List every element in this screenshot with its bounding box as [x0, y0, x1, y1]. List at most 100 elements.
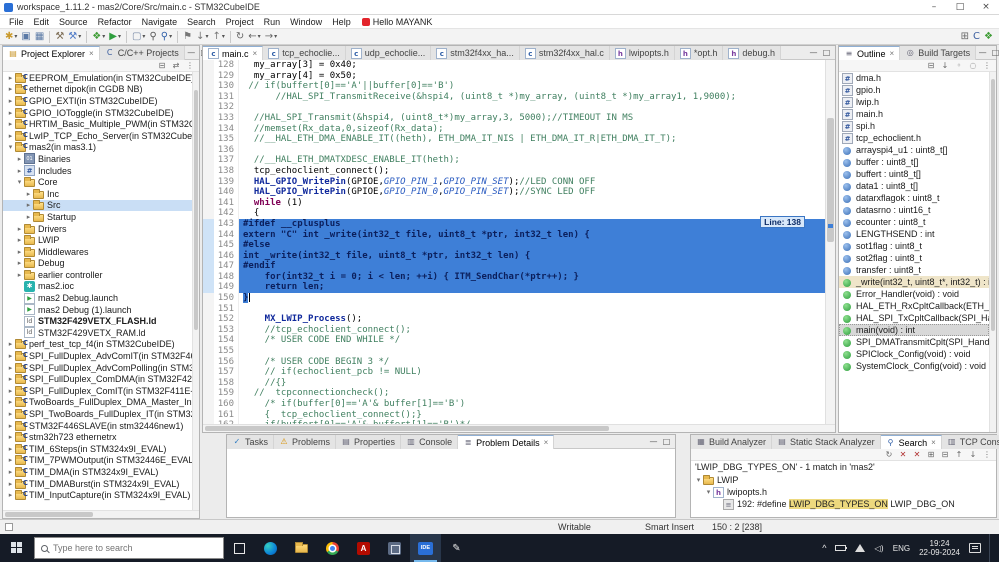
- code-editor[interactable]: 128 my_array[3] = 0x40;129 my_array[4] =…: [203, 60, 835, 424]
- debug-button[interactable]: ❖▾: [90, 29, 107, 45]
- code-line-153[interactable]: 153 //tcp_echoclient_connect();: [203, 325, 825, 336]
- expand-arrow-icon[interactable]: ▸: [6, 109, 15, 117]
- new-source-file-button[interactable]: ▢▾: [130, 29, 147, 45]
- taskbar-search-box[interactable]: [34, 537, 224, 559]
- tree-item-stm32f429vetx-flash-ld[interactable]: STM32F429VETX_FLASH.ld: [3, 315, 192, 327]
- editor-vertical-scrollbar[interactable]: [825, 60, 835, 424]
- outline-item-spi-dmatransmitcplt-spi-handletypedef-void[interactable]: SPI_DMATransmitCplt(SPI_HandleTypeDef*) …: [839, 336, 989, 348]
- editor-tab-stm32f4xx-hal-c[interactable]: stm32f4xx_hal.c: [520, 46, 610, 60]
- code-line-150[interactable]: 150}: [203, 293, 825, 304]
- menu-navigate[interactable]: Navigate: [137, 17, 183, 27]
- expand-arrow-icon[interactable]: ▸: [24, 201, 33, 209]
- tree-item-middlewares[interactable]: ▸Middlewares: [3, 246, 192, 258]
- menu-run[interactable]: Run: [259, 17, 286, 27]
- expand-arrow-icon[interactable]: ▸: [6, 85, 15, 93]
- outline-item-systemclock-config-void-void[interactable]: SystemClock_Config(void) : void: [839, 360, 989, 372]
- expand-arrow-icon[interactable]: ▸: [15, 225, 24, 233]
- code-line-144[interactable]: 144extern "C" int _write(int32_t file, u…: [203, 230, 825, 241]
- code-line-132[interactable]: 132: [203, 102, 825, 113]
- code-line-143[interactable]: 143#ifdef __cplusplus: [203, 219, 825, 230]
- tab-build-analyzer[interactable]: ▦Build Analyzer: [691, 435, 772, 449]
- tree-item-spi-fullduplex-comit[interactable]: ▸SPI_FullDuplex_ComIT (in STM32F411E-Dis…: [3, 385, 192, 397]
- minimize-view-icon[interactable]: —: [976, 48, 989, 57]
- code-line-146[interactable]: 146int _write(int32_t file, uint8_t *ptr…: [203, 251, 825, 262]
- dropdown-caret-icon[interactable]: ▾: [142, 33, 145, 40]
- expand-arrow-icon[interactable]: ▸: [15, 248, 24, 256]
- collapse-all-button[interactable]: ⊟: [155, 60, 169, 72]
- code-line-148[interactable]: 148 for(int32_t i = 0; i < len; ++i) { I…: [203, 272, 825, 283]
- maximize-view-icon[interactable]: □: [989, 48, 999, 57]
- volume-icon[interactable]: ◁): [874, 544, 883, 553]
- expand-arrow-icon[interactable]: ▸: [15, 271, 24, 279]
- code-line-131[interactable]: 131 //HAL_SPI_TransmitReceive(&hspi4, (u…: [203, 92, 825, 103]
- taskbar-app-acrobat[interactable]: [348, 534, 379, 562]
- tree-item-lwip-tcp-echo-server[interactable]: ▸LwIP_TCP_Echo_Server (in STM32CubeIDE): [3, 130, 192, 142]
- expand-arrow-icon[interactable]: ▸: [6, 445, 15, 453]
- last-edit-location-button[interactable]: ↻: [234, 29, 246, 45]
- tree-item-stm32f446slave[interactable]: ▸STM32F446SLAVE (in stm32446new1): [3, 420, 192, 432]
- tree-item-debug[interactable]: ▸Debug: [3, 258, 192, 270]
- editor-tab-debug-h[interactable]: debug.h: [723, 46, 781, 60]
- tab-project-explorer[interactable]: ▤Project Explorer×: [3, 46, 100, 60]
- action-center-icon[interactable]: [969, 543, 981, 553]
- editor-tab-main-c[interactable]: main.c×: [203, 46, 263, 60]
- tree-item-core[interactable]: ▾Core: [3, 176, 192, 188]
- code-line-138[interactable]: 138 tcp_echoclient_connect();: [203, 166, 825, 177]
- code-line-155[interactable]: 155: [203, 346, 825, 357]
- tree-item-earlier-controller[interactable]: ▸earlier controller: [3, 269, 192, 281]
- close-button[interactable]: ×: [973, 0, 999, 14]
- code-line-158[interactable]: 158 //{}: [203, 378, 825, 389]
- tree-item-spi-fullduplex-advcomit[interactable]: ▸SPI_FullDuplex_AdvComIT (in STM32F469I_…: [3, 350, 192, 362]
- taskbar-search-input[interactable]: [53, 543, 203, 553]
- restore-button[interactable]: □: [947, 0, 973, 14]
- wifi-icon[interactable]: [855, 544, 865, 552]
- outline-item-main-h[interactable]: main.h: [839, 108, 989, 120]
- explorer-vertical-scrollbar[interactable]: [192, 72, 199, 510]
- toggle-bookmark-button[interactable]: ⚑: [181, 29, 194, 45]
- minimize-view-icon[interactable]: —: [185, 48, 198, 57]
- battery-icon[interactable]: [835, 545, 846, 551]
- taskbar-app-file-explorer[interactable]: [286, 534, 317, 562]
- maximize-view-icon[interactable]: □: [660, 437, 673, 446]
- menu-source[interactable]: Source: [54, 17, 93, 27]
- code-line-141[interactable]: 141 while (1): [203, 198, 825, 209]
- scrollbar-thumb[interactable]: [5, 512, 93, 517]
- code-line-159[interactable]: 159 // tcpconnectioncheck();: [203, 388, 825, 399]
- expand-arrow-icon[interactable]: ▸: [15, 155, 24, 163]
- tab-c-c-projects[interactable]: CC/C++ Projects: [100, 46, 185, 60]
- tree-item-spi-fullduplex-advcompolling[interactable]: ▸SPI_FullDuplex_AdvComPolling (in STM324…: [3, 362, 192, 374]
- menu-refactor[interactable]: Refactor: [93, 17, 137, 27]
- tree-item-perf-test-tcp-f4[interactable]: ▸perf_test_tcp_f4 (in STM32CubeIDE): [3, 339, 192, 351]
- tree-item-ethernet-dipok[interactable]: ▸ethernet dipok (in CGDB NB): [3, 84, 192, 96]
- taskbar-app-edge[interactable]: [255, 534, 286, 562]
- previous-annotation-button[interactable]: ↑▾: [210, 29, 226, 45]
- tab-tasks[interactable]: ✓Tasks: [227, 435, 274, 449]
- menu-help[interactable]: Help: [327, 17, 356, 27]
- expand-arrow-icon[interactable]: ▸: [6, 120, 15, 128]
- expand-arrow-icon[interactable]: ▸: [6, 74, 15, 82]
- expand-arrow-icon[interactable]: ▸: [15, 259, 24, 267]
- hide-static-members-button[interactable]: ◌: [966, 60, 980, 72]
- editor-tab-opt-h[interactable]: *opt.h: [675, 46, 724, 60]
- outline-item-spi-h[interactable]: spi.h: [839, 120, 989, 132]
- outline-item-data1-uint8-t[interactable]: data1 : uint8_t[]: [839, 180, 989, 192]
- dropdown-caret-icon[interactable]: ▾: [274, 33, 277, 40]
- scrollbar-thumb[interactable]: [194, 90, 198, 331]
- code-line-137[interactable]: 137 //__HAL_ETH_DMATXDESC_ENABLE_IT(heth…: [203, 155, 825, 166]
- search-tree-item-lwipopts-h[interactable]: ▾lwipopts.h: [691, 486, 996, 498]
- code-line-136[interactable]: 136: [203, 145, 825, 156]
- clock[interactable]: 19:24 22-09-2024: [919, 539, 960, 557]
- expand-arrow-icon[interactable]: ▸: [6, 468, 15, 476]
- code-line-149[interactable]: 149 return len;: [203, 282, 825, 293]
- code-line-154[interactable]: 154 /* USER CODE END WHILE */: [203, 335, 825, 346]
- link-with-editor-button[interactable]: ⇄: [169, 60, 183, 72]
- language-indicator[interactable]: ENG: [893, 544, 910, 553]
- sort-button[interactable]: ↓: [938, 60, 952, 72]
- code-line-135[interactable]: 135 //__HAL_ETH_DMA_ENABLE_IT((heth), ET…: [203, 134, 825, 145]
- outline-item-buffer-uint8-t[interactable]: buffer : uint8_t[]: [839, 156, 989, 168]
- tree-item-hrtim-basic-multiple-pwm[interactable]: ▸HRTIM_Basic_Multiple_PWM (in STM32CubeI…: [3, 118, 192, 130]
- open-element-button[interactable]: ⚲: [147, 29, 158, 45]
- tree-item-spi-twoboards-fullduplex-it[interactable]: ▸SPI_TwoBoards_FullDuplex_IT (in STM32F4…: [3, 408, 192, 420]
- tree-item-spi-fullduplex-comdma[interactable]: ▸SPI_FullDuplex_ComDMA (in STM32F429I_DI…: [3, 373, 192, 385]
- tab-problems[interactable]: ⚠Problems: [274, 435, 336, 449]
